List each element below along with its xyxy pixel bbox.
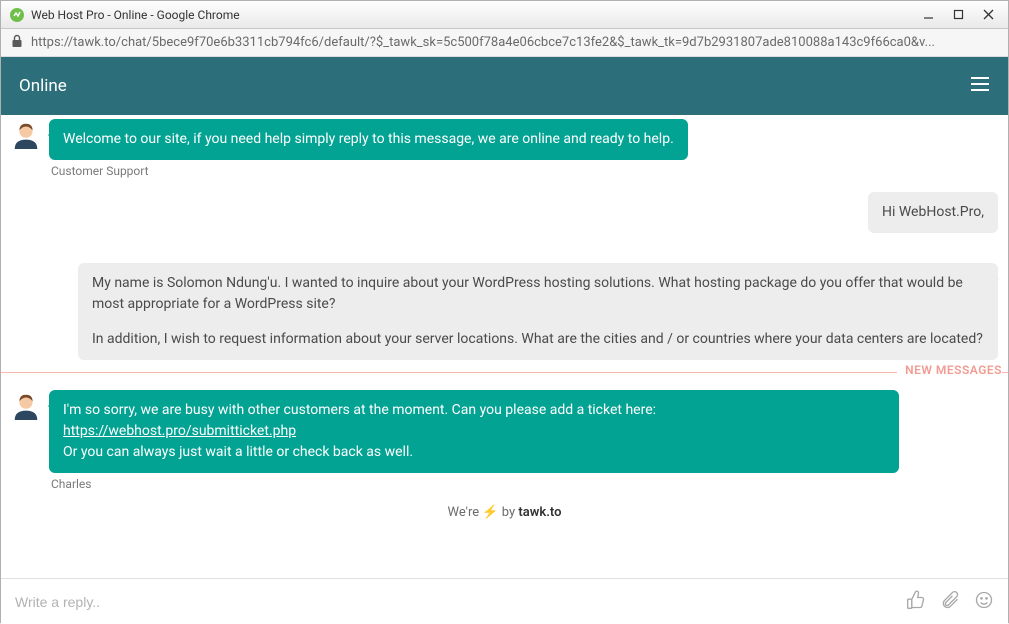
thumbs-up-icon[interactable] bbox=[906, 590, 926, 614]
message-bubble: My name is Solomon Ndung'u. I wanted to … bbox=[78, 263, 998, 360]
smile-icon[interactable] bbox=[974, 590, 994, 614]
paperclip-icon[interactable] bbox=[940, 590, 960, 614]
message-agent: Welcome to our site, if you need help si… bbox=[11, 119, 998, 160]
message-text: Or you can always just wait a little or … bbox=[63, 442, 885, 463]
window-title: Web Host Pro - Online - Google Chrome bbox=[31, 8, 922, 22]
message-bubble: Welcome to our site, if you need help si… bbox=[49, 119, 688, 160]
new-messages-divider: NEW MESSAGES bbox=[1, 372, 1008, 388]
powered-brand[interactable]: tawk.to bbox=[518, 505, 561, 520]
message-bubble: Hi WebHost.Pro, bbox=[868, 192, 998, 233]
chat-status: Online bbox=[19, 76, 67, 96]
message-text: Welcome to our site, if you need help si… bbox=[63, 131, 674, 147]
powered-by: We're ⚡ by tawk.to bbox=[11, 505, 998, 520]
message-text: I'm so sorry, we are busy with other cus… bbox=[63, 402, 656, 418]
message-text: Hi WebHost.Pro, bbox=[882, 204, 984, 220]
reply-bar bbox=[1, 578, 1008, 624]
message-user: Hi WebHost.Pro, bbox=[11, 192, 998, 233]
hamburger-icon[interactable] bbox=[970, 76, 990, 96]
powered-by-text: by bbox=[499, 505, 519, 520]
reply-input[interactable] bbox=[15, 594, 894, 610]
message-text: In addition, I wish to request informati… bbox=[92, 329, 984, 350]
app-icon bbox=[9, 7, 25, 23]
message-text: My name is Solomon Ndung'u. I wanted to … bbox=[92, 273, 984, 315]
window-titlebar: Web Host Pro - Online - Google Chrome bbox=[1, 1, 1008, 29]
window-close-button[interactable] bbox=[982, 9, 994, 21]
chat-header: Online bbox=[1, 57, 1008, 115]
chat-body: Welcome to our site, if you need help si… bbox=[1, 115, 1008, 578]
message-user: My name is Solomon Ndung'u. I wanted to … bbox=[11, 263, 998, 360]
lock-icon bbox=[11, 34, 23, 52]
new-messages-label: NEW MESSAGES bbox=[897, 363, 1002, 377]
address-bar[interactable]: https://tawk.to/chat/5bece9f70e6b3311cb7… bbox=[1, 29, 1008, 57]
powered-prefix: We're bbox=[448, 505, 480, 520]
message-agent: I'm so sorry, we are busy with other cus… bbox=[11, 390, 998, 473]
window-minimize-button[interactable] bbox=[922, 9, 934, 21]
bolt-icon: ⚡ bbox=[482, 505, 498, 520]
avatar-icon bbox=[11, 390, 41, 420]
url-text: https://tawk.to/chat/5bece9f70e6b3311cb7… bbox=[31, 35, 935, 50]
avatar-icon bbox=[11, 119, 41, 149]
message-sender: Customer Support bbox=[51, 164, 998, 178]
message-sender: Charles bbox=[51, 477, 998, 491]
ticket-link[interactable]: https://webhost.pro/submitticket.php bbox=[63, 423, 296, 439]
message-line: I'm so sorry, we are busy with other cus… bbox=[63, 400, 885, 442]
message-bubble: I'm so sorry, we are busy with other cus… bbox=[49, 390, 899, 473]
window-maximize-button[interactable] bbox=[952, 9, 964, 21]
